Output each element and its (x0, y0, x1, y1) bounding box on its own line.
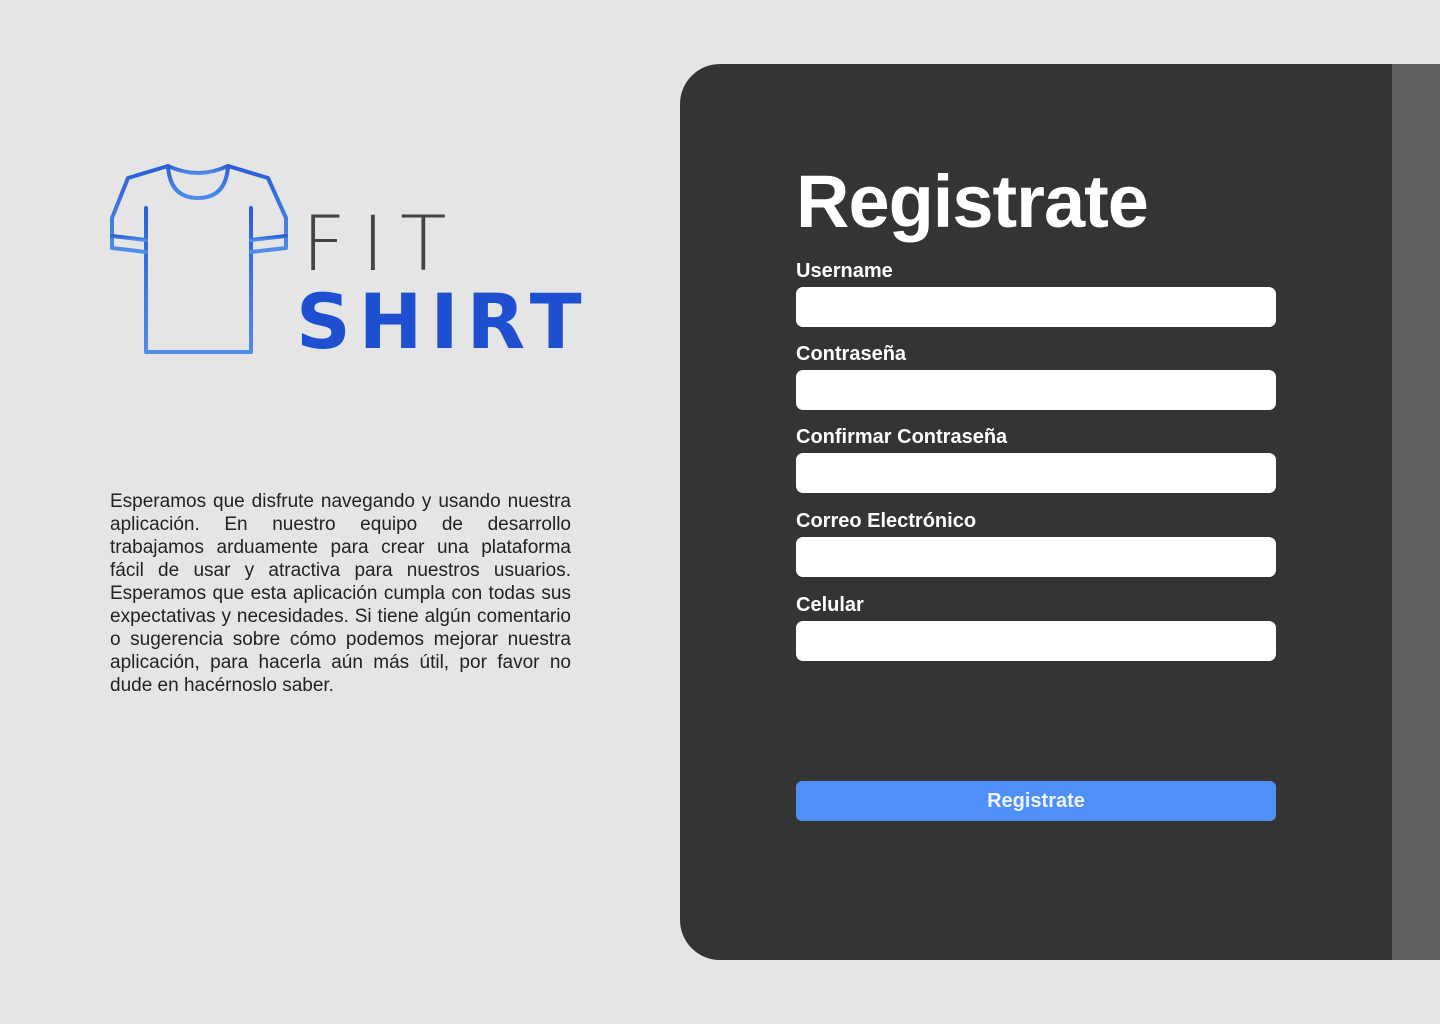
registration-page: FIT SHIRT Esperamos que disfrute navegan… (0, 0, 1440, 1024)
password-input[interactable] (796, 370, 1276, 410)
intro-paragraph: Esperamos que disfrute navegando y usand… (110, 491, 571, 696)
username-input[interactable] (796, 287, 1276, 327)
phone-label: Celular (796, 594, 864, 616)
register-button[interactable]: Registrate (796, 781, 1276, 821)
phone-input[interactable] (796, 621, 1276, 661)
form-title: Registrate (796, 160, 1149, 243)
registration-panel: Registrate Username Contraseña Confirmar… (680, 64, 1392, 960)
email-label: Correo Electrónico (796, 510, 977, 532)
username-label: Username (796, 260, 893, 282)
confirm-password-input[interactable] (796, 453, 1276, 493)
email-input[interactable] (796, 537, 1276, 577)
tshirt-icon (110, 164, 288, 354)
brand-word-shirt: SHIRT (296, 277, 590, 366)
brand-word-fit: FIT (302, 199, 463, 288)
scrollbar[interactable] (1392, 64, 1440, 960)
confirm-password-label: Confirmar Contraseña (796, 426, 1008, 448)
password-label: Contraseña (796, 343, 907, 365)
